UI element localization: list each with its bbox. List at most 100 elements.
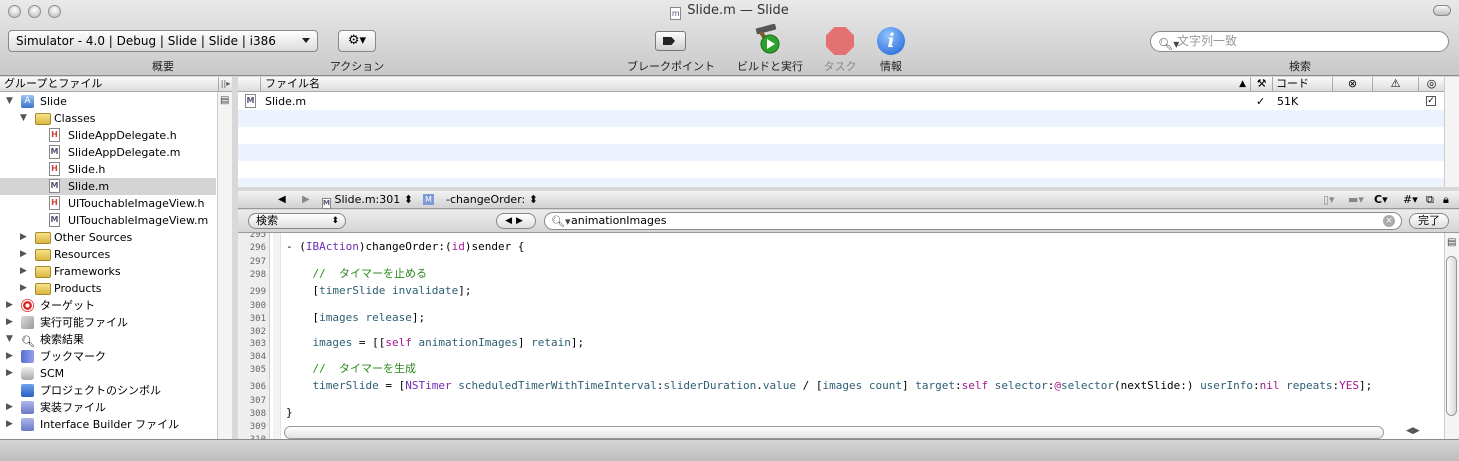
code-editor[interactable]: 295 296 297 298 299 300 301 302 303 304 305 306 307 3… bbox=[238, 233, 1444, 439]
target-column-header[interactable]: ◎ bbox=[1418, 77, 1444, 92]
sidebar-item[interactable]: ▼ Classes bbox=[0, 110, 216, 127]
info-icon[interactable]: i bbox=[877, 27, 905, 55]
search-label: 検索 bbox=[1289, 60, 1311, 73]
disclosure-collapsed-icon[interactable]: ▶ bbox=[6, 365, 13, 382]
gear-icon: ⚙▾ bbox=[347, 33, 367, 48]
find-input[interactable]: 🔍︎▾ animationImages × bbox=[544, 212, 1402, 230]
code-line[interactable]: } bbox=[286, 406, 293, 419]
sidebar-item[interactable]: M SlideAppDelegate.m bbox=[0, 144, 216, 161]
sidebar-item-label: Slide.m bbox=[68, 180, 110, 193]
lock-icon[interactable]: 🔒︎ bbox=[1443, 191, 1449, 209]
sidebar-item-label: 実行可能ファイル bbox=[40, 316, 128, 329]
sidebar-item[interactable]: M Slide.m bbox=[0, 178, 216, 195]
executable-icon bbox=[21, 316, 34, 329]
breakpoints-popup-icon[interactable]: ▬▾ bbox=[1348, 191, 1364, 209]
sidebar-item[interactable]: ▶ Resources bbox=[0, 246, 216, 263]
code-line[interactable]: [timerSlide invalidate]; bbox=[286, 284, 471, 297]
focus-ribbon[interactable] bbox=[273, 233, 281, 439]
sidebar-item[interactable]: H SlideAppDelegate.h bbox=[0, 127, 216, 144]
folder-icon bbox=[35, 232, 51, 244]
counterpart-icon[interactable]: ⧉ bbox=[1426, 191, 1434, 209]
code-line[interactable]: images = [[self animationImages] retain]… bbox=[286, 336, 585, 349]
clear-search-icon[interactable]: × bbox=[1383, 215, 1395, 227]
include-popup[interactable]: #▾ bbox=[1403, 191, 1418, 209]
editor-vertical-scroll-thumb[interactable] bbox=[1446, 256, 1457, 416]
action-button[interactable]: ⚙▾ bbox=[338, 30, 376, 52]
disclosure-collapsed-icon[interactable]: ▶ bbox=[6, 416, 13, 433]
forward-arrow-icon[interactable]: ▶ bbox=[302, 191, 310, 209]
bookmarks-popup-icon[interactable]: ▯▾ bbox=[1323, 191, 1335, 209]
disclosure-collapsed-icon[interactable]: ▶ bbox=[20, 246, 27, 263]
sidebar-item[interactable]: ▶ 実行可能ファイル bbox=[0, 314, 216, 331]
done-button[interactable]: 完了 bbox=[1409, 213, 1449, 229]
target-checkbox[interactable]: ✓ bbox=[1426, 96, 1436, 106]
build-and-run-button[interactable] bbox=[752, 24, 788, 56]
code-line[interactable]: [images release]; bbox=[286, 311, 425, 324]
function-popup[interactable]: -changeOrder: ⬍ bbox=[446, 191, 538, 209]
disclosure-expanded-icon[interactable]: ▼ bbox=[6, 331, 13, 348]
sidebar-item[interactable]: ▶ Frameworks bbox=[0, 263, 216, 280]
language-popup[interactable]: C▾ bbox=[1374, 191, 1388, 209]
sidebar-item-label: Slide bbox=[40, 95, 67, 108]
sidebar-item[interactable]: H Slide.h bbox=[0, 161, 216, 178]
code-line[interactable]: - (IBAction)changeOrder:(id)sender { bbox=[286, 240, 524, 253]
disclosure-collapsed-icon[interactable]: ▶ bbox=[20, 263, 27, 280]
file-list-row[interactable]: M Slide.m ✓ 51K ✓ bbox=[238, 93, 1444, 110]
sidebar-item[interactable]: ▼ 🔍︎ 検索結果 bbox=[0, 331, 216, 348]
disclosure-collapsed-icon[interactable]: ▶ bbox=[20, 229, 27, 246]
find-mode-popup[interactable]: 検索 ⬍ bbox=[248, 213, 346, 229]
sidebar-item[interactable]: ▶ SCM bbox=[0, 365, 216, 382]
sidebar-scrollbar[interactable]: ▤ bbox=[217, 92, 232, 439]
stop-tasks-icon bbox=[826, 27, 854, 55]
line-number-gutter[interactable]: 295 296 297 298 299 300 301 302 303 304 305 306 307 3… bbox=[238, 233, 270, 439]
horizontal-scroll-thumb[interactable] bbox=[284, 426, 1384, 439]
method-icon: M bbox=[423, 194, 434, 205]
disclosure-collapsed-icon[interactable]: ▶ bbox=[20, 280, 27, 297]
editor-horizontal-scrollbar[interactable]: ◀▶ bbox=[284, 426, 1444, 439]
disclosure-expanded-icon[interactable]: ▼ bbox=[20, 110, 27, 127]
file-icon-column-header[interactable] bbox=[238, 77, 260, 92]
groups-and-files-sidebar: グループとファイル ||▸ ▼ A Slide ▼ Classes H SlideAppDe… bbox=[0, 77, 232, 439]
code-line[interactable]: timerSlide = [NSTimer scheduledTimerWith… bbox=[286, 379, 1373, 392]
sidebar-item[interactable]: ▼ A Slide bbox=[0, 93, 216, 110]
breakpoints-label[interactable]: ブレークポイント bbox=[615, 58, 727, 74]
build-and-run-label[interactable]: ビルドと実行 bbox=[720, 58, 820, 74]
sidebar-item[interactable]: H UITouchableImageView.h bbox=[0, 195, 216, 212]
status-bar bbox=[0, 439, 1459, 461]
build-column-header[interactable]: ⚒ bbox=[1250, 77, 1272, 92]
file-list-scrollbar[interactable] bbox=[1444, 77, 1459, 187]
warnings-column-header[interactable]: ⚠ bbox=[1372, 77, 1418, 92]
errors-column-header[interactable]: ⊗ bbox=[1332, 77, 1372, 92]
sidebar-item[interactable]: ▶ Products bbox=[0, 280, 216, 297]
code-line[interactable]: // タイマーを止める bbox=[286, 267, 427, 280]
source-file-icon: M bbox=[49, 213, 60, 227]
breakpoints-button[interactable] bbox=[655, 31, 686, 51]
sidebar-item[interactable]: ▶ Other Sources bbox=[0, 229, 216, 246]
up-down-arrows-icon: ⬍ bbox=[331, 216, 339, 226]
disclosure-collapsed-icon[interactable]: ▶ bbox=[6, 297, 13, 314]
search-icon: 🔍︎▾ bbox=[1158, 37, 1180, 51]
sidebar-item[interactable]: ▶ ブックマーク bbox=[0, 348, 216, 365]
disclosure-collapsed-icon[interactable]: ▶ bbox=[6, 399, 13, 416]
sidebar-item[interactable]: ▶ ターゲット bbox=[0, 297, 216, 314]
file-history-popup[interactable]: M Slide.m:301 ⬍ bbox=[322, 191, 413, 209]
toolbar-search-input[interactable]: 🔍︎▾ 文字列一致 bbox=[1150, 31, 1449, 52]
scroll-arrows-icon[interactable]: ◀▶ bbox=[1406, 426, 1420, 436]
sidebar-item[interactable]: ▶ 実装ファイル bbox=[0, 399, 216, 416]
disclosure-collapsed-icon[interactable]: ▶ bbox=[6, 348, 13, 365]
disclosure-collapsed-icon[interactable]: ▶ bbox=[6, 314, 13, 331]
scheme-popup[interactable]: Simulator - 4.0 | Debug | Slide | Slide … bbox=[8, 30, 318, 52]
back-arrow-icon[interactable]: ◀ bbox=[278, 191, 286, 209]
sidebar-item[interactable]: M UITouchableImageView.m bbox=[0, 212, 216, 229]
info-label[interactable]: 情報 bbox=[866, 58, 916, 74]
sidebar-item[interactable]: ▶ Interface Builder ファイル bbox=[0, 416, 216, 433]
code-column-header[interactable]: コード bbox=[1272, 77, 1332, 92]
line-number: 308 bbox=[249, 409, 266, 419]
split-handle-icon[interactable]: ||▸ bbox=[218, 77, 232, 92]
sidebar-item[interactable]: プロジェクトのシンボル bbox=[0, 382, 216, 399]
disclosure-expanded-icon[interactable]: ▼ bbox=[6, 93, 13, 110]
file-name-column-header[interactable]: ファイル名 ▲ bbox=[260, 77, 1250, 92]
toolbar-toggle-button[interactable] bbox=[1433, 5, 1451, 16]
code-line[interactable]: // タイマーを生成 bbox=[286, 362, 416, 375]
find-previous-next-buttons[interactable]: ◀▶ bbox=[496, 213, 536, 229]
